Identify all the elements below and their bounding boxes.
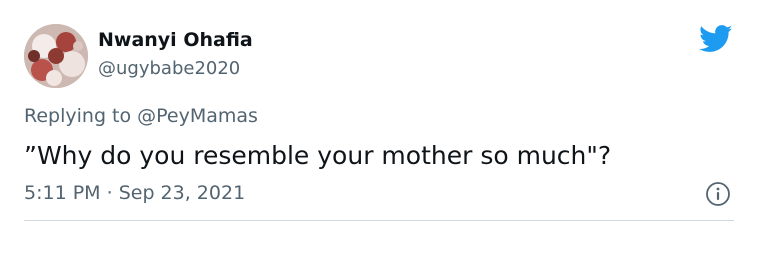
tweet-time: 5:11 PM (24, 182, 101, 204)
tweet-text: ”Why do you resemble your mother so much… (24, 141, 612, 170)
author-display-name[interactable]: Nwanyi Ohafia (98, 28, 253, 52)
info-icon[interactable] (705, 181, 731, 207)
replying-to[interactable]: Replying to @PeyMamas (24, 104, 258, 128)
meta-separator: · (106, 182, 113, 204)
tweet-card: Nwanyi Ohafia @ugybabe2020 Replying to @… (0, 0, 758, 278)
tweet-date: Sep 23, 2021 (118, 182, 246, 204)
author-handle[interactable]: @ugybabe2020 (98, 58, 240, 80)
twitter-bird-icon[interactable] (699, 25, 733, 53)
tweet-timestamp[interactable]: 5:11 PM · Sep 23, 2021 (24, 181, 245, 205)
divider (24, 220, 734, 221)
avatar[interactable] (24, 24, 88, 88)
